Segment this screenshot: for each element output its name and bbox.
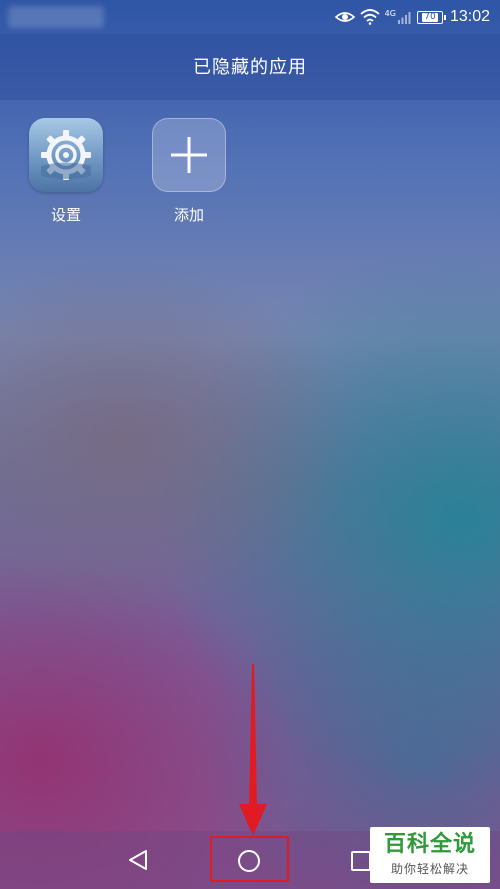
watermark-title: 百科全说 [383, 832, 476, 858]
page-title: 已隐藏的应用 [193, 57, 307, 78]
recent-square-icon[interactable] [350, 850, 372, 876]
app-label-add: 添加 [173, 206, 204, 224]
watermark-logo: 百科全说 助你轻松解决 [370, 827, 490, 883]
clock: 13:02 [449, 8, 490, 25]
carrier-info-blurred [8, 6, 104, 28]
annotation-arrow [238, 664, 268, 840]
app-settings[interactable]: 设置 [11, 118, 121, 225]
eye-comfort-icon [334, 10, 355, 24]
annotation-highlight-box [210, 836, 289, 882]
app-label-settings: 设置 [50, 206, 81, 224]
wifi-icon [360, 9, 380, 25]
battery-icon: 70 [416, 10, 446, 24]
status-bar: 4G 70 13:02 [0, 0, 500, 34]
network-type-label: 4G [384, 8, 396, 18]
app-add[interactable]: 添加 [134, 118, 244, 225]
signal-strength-icon [397, 10, 412, 24]
settings-gear-icon [29, 118, 103, 192]
status-icons: 4G 70 13:02 [334, 6, 490, 28]
watermark-subtitle: 助你轻松解决 [390, 861, 469, 876]
page-header: 已隐藏的应用 [0, 34, 500, 100]
back-triangle-icon[interactable] [126, 848, 150, 876]
battery-level: 70 [422, 11, 438, 22]
plus-icon [152, 118, 226, 192]
